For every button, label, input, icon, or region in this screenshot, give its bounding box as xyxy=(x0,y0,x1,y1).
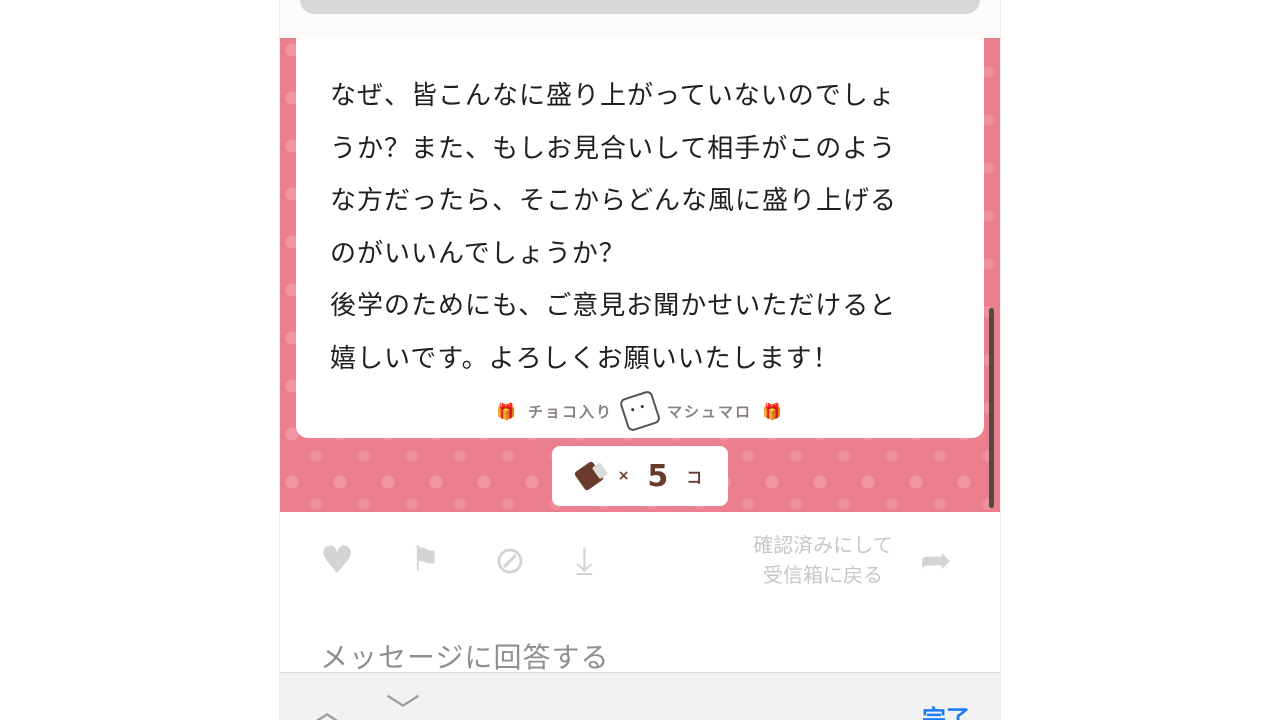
multiplier-sign: × xyxy=(617,468,630,484)
message-line: 嬉しいです。よろしくお願いいたします！ xyxy=(330,343,840,374)
gift-icon: 🎁 xyxy=(496,401,518,421)
done-button[interactable]: 完了 xyxy=(922,699,970,720)
forward-icon[interactable]: ➦ xyxy=(920,540,952,580)
scrollbar[interactable] xyxy=(989,308,994,508)
message-card: なぜ、皆こんなに盛り上がっていないのでしょ うか？また、もしお見合いして相手がこ… xyxy=(296,38,984,438)
message-line: な方だったら、そこからどんな風に盛り上げる xyxy=(330,186,898,217)
chevron-down-icon[interactable]: ﹀ xyxy=(386,695,420,720)
chocolate-count-badge: × 5 コ xyxy=(552,446,728,506)
message-line: うか？また、もしお見合いして相手がこのよう xyxy=(330,133,897,164)
block-icon[interactable]: ⊘ xyxy=(494,540,526,580)
browser-address-bar[interactable] xyxy=(300,0,980,14)
message-body: なぜ、皆こんなに盛り上がっていないのでしょ うか？また、もしお見合いして相手がこ… xyxy=(330,70,970,386)
message-line: なぜ、皆こんなに盛り上がっていないのでしょ xyxy=(330,81,896,111)
message-line: のがいいんでしょうか？ xyxy=(330,238,626,269)
mark-read-return-button[interactable]: 確認済みにして 受信箱に戻る xyxy=(738,530,908,590)
chevron-up-icon[interactable]: ︿ xyxy=(310,695,344,720)
confirm-label-line1: 確認済みにして xyxy=(753,533,893,557)
heart-icon[interactable]: ♥ xyxy=(320,540,354,580)
brand-right-text: マシュマロ xyxy=(667,402,753,421)
flag-icon[interactable]: ⚑ xyxy=(410,540,440,580)
brand-logo: 🎁 チョコ入り マシュマロ 🎁 xyxy=(296,389,984,433)
keyboard-accessory-bar: ︿ ﹀ 完了 xyxy=(280,672,1000,720)
phone-screen: なぜ、皆こんなに盛り上がっていないのでしょ うか？また、もしお見合いして相手がこ… xyxy=(280,0,1000,720)
confirm-label-line2: 受信箱に戻る xyxy=(763,563,883,587)
gift-icon: 🎁 xyxy=(762,401,784,421)
download-icon[interactable]: ⤓ xyxy=(576,540,593,580)
message-card-background: なぜ、皆こんなに盛り上がっていないのでしょ うか？また、もしお見合いして相手がこ… xyxy=(280,38,1000,512)
message-line: 後学のためにも、ご意見お聞かせいただけると xyxy=(330,291,897,322)
chocolate-unit: コ xyxy=(686,468,703,487)
reply-input[interactable]: メッセージに回答する xyxy=(320,636,609,676)
chocolate-icon xyxy=(573,460,605,492)
brand-left-text: チョコ入り xyxy=(527,402,613,421)
message-actions: ♥ ⚑ ⊘ ⤓ 確認済みにして 受信箱に戻る ➦ xyxy=(280,512,1000,608)
marshmallow-mascot-icon xyxy=(618,389,662,433)
right-edge xyxy=(1000,0,1001,720)
chocolate-count: 5 xyxy=(647,458,669,494)
